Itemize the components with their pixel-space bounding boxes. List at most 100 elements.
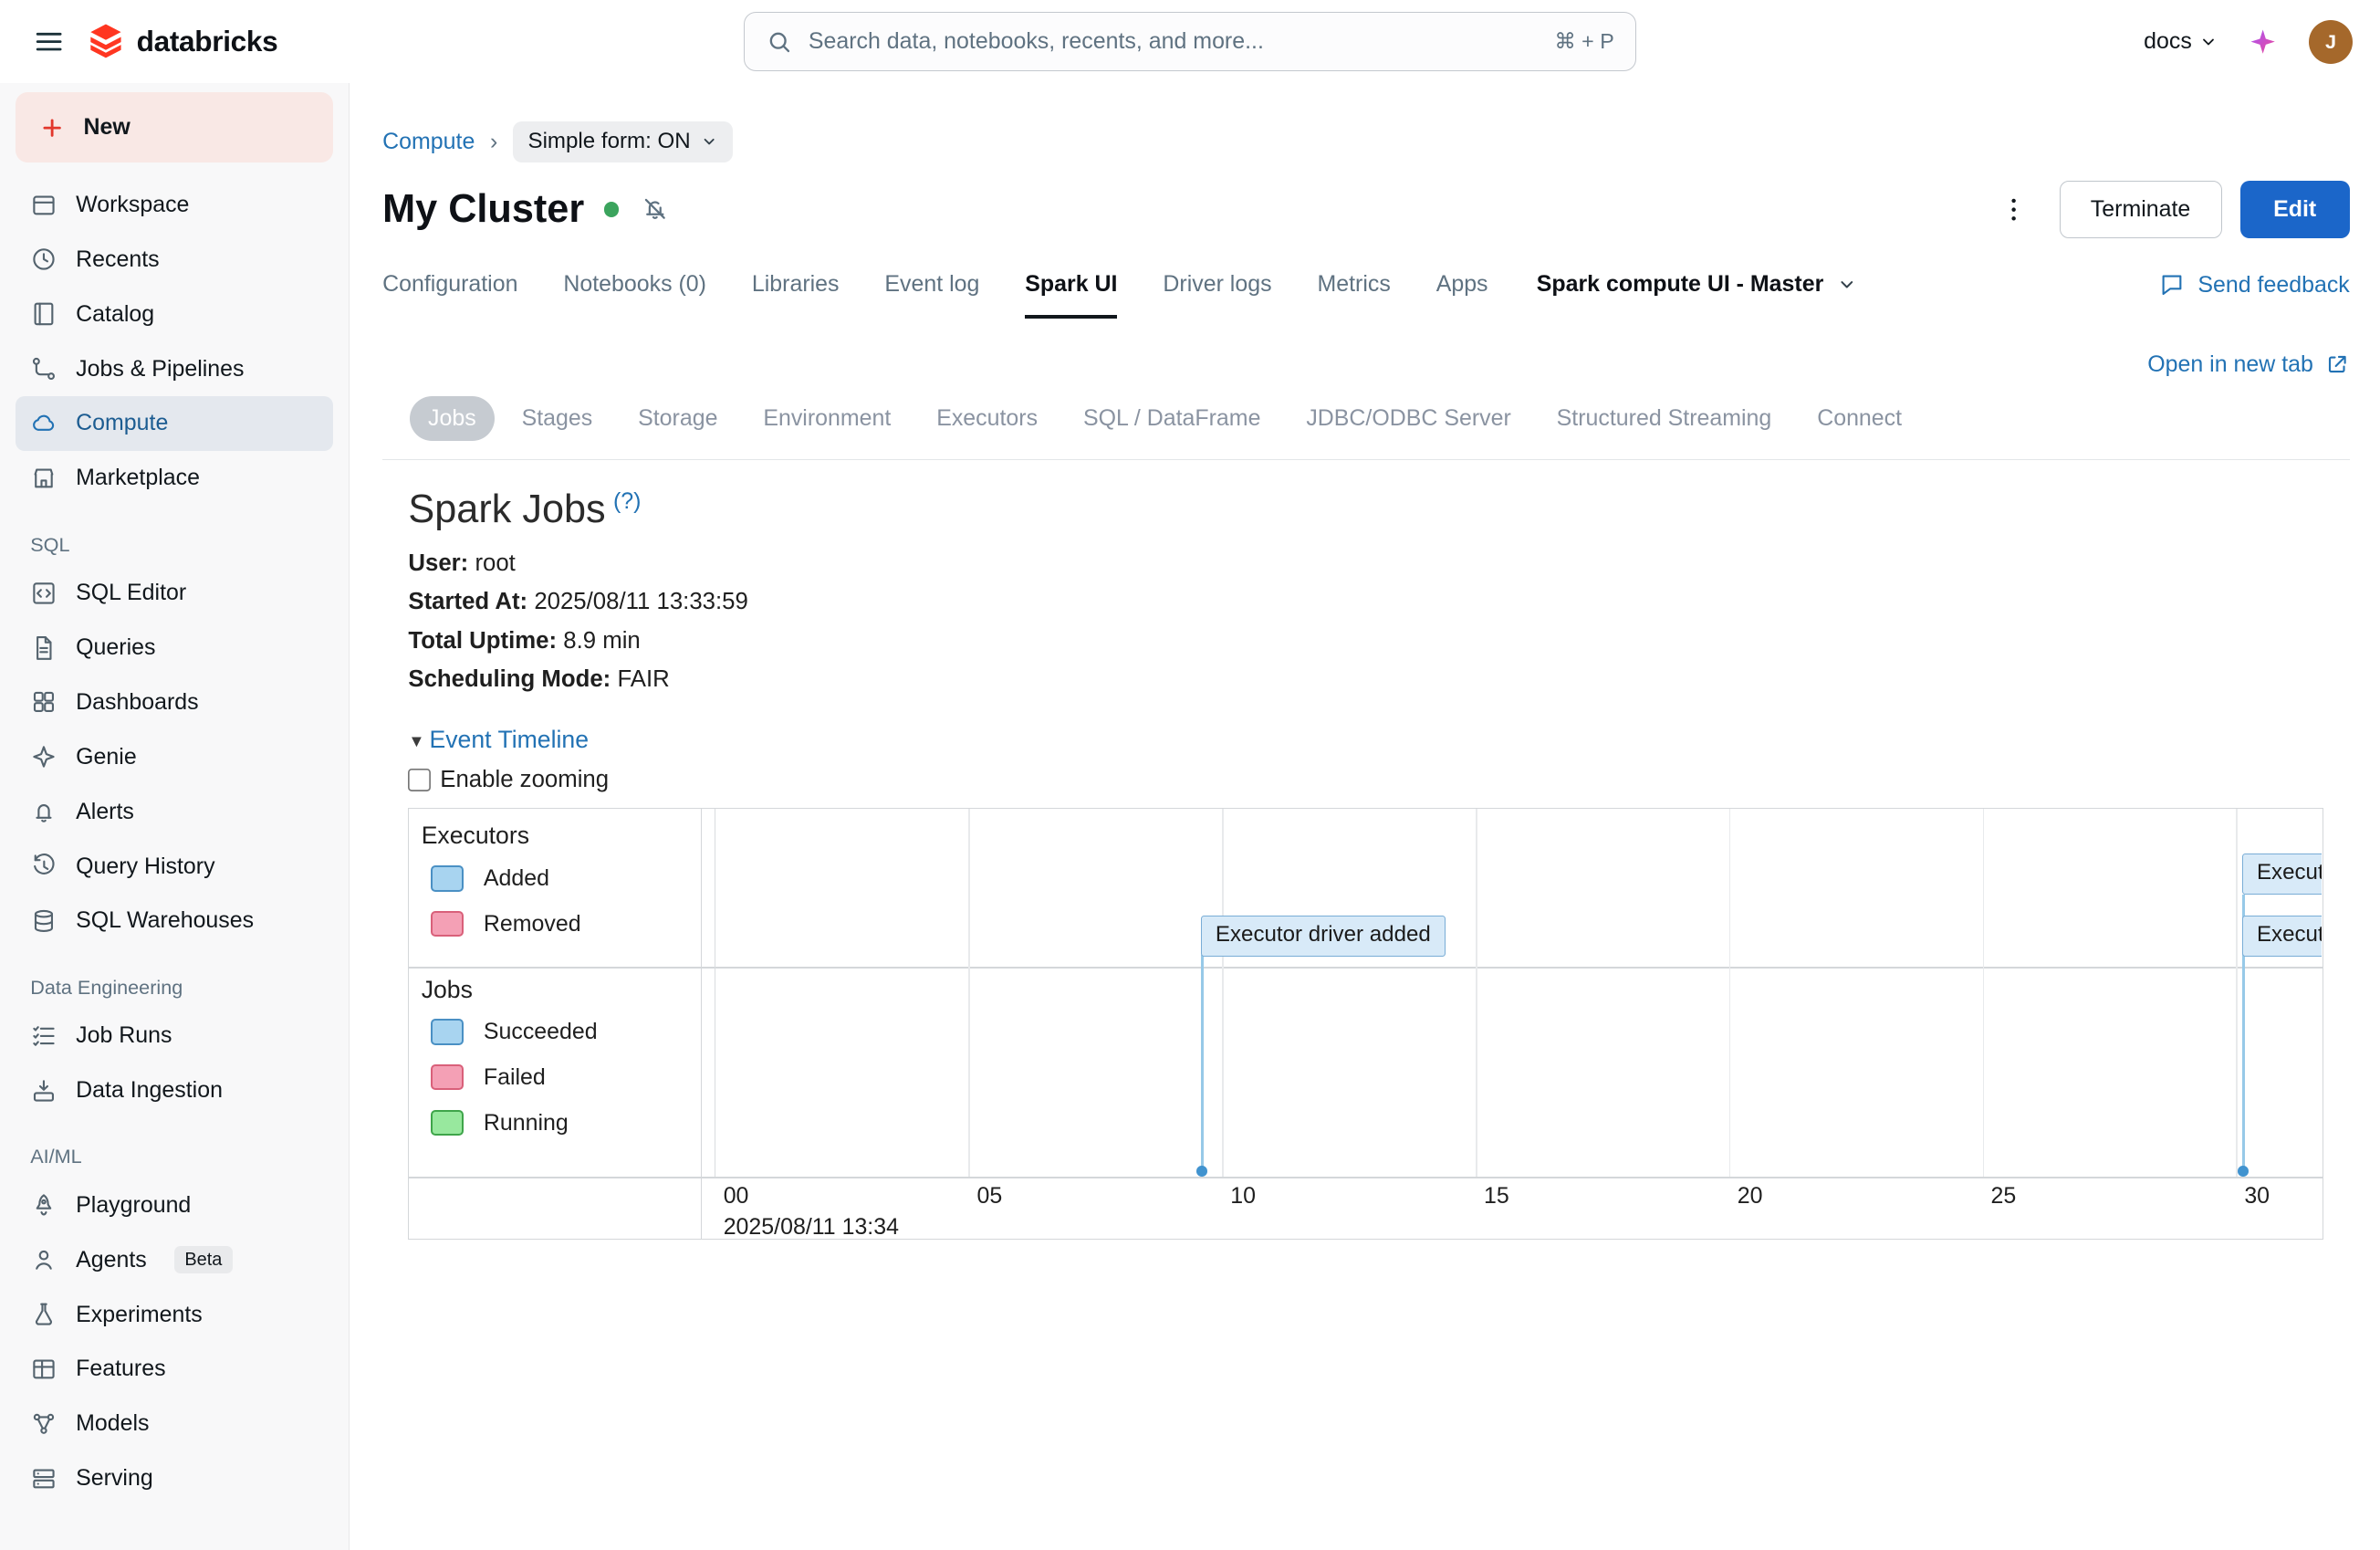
timeline-plot-area[interactable]: Executor driver added Execut Execut [715,809,2322,1177]
send-feedback-link[interactable]: Send feedback [2158,271,2350,298]
axis-tick: 15 [1484,1183,1509,1210]
plus-icon [39,115,65,141]
document-icon [30,634,57,662]
event-executor-driver-added[interactable]: Executor driver added [1201,916,1446,957]
sparkle-diamond-icon [30,743,57,770]
spark-nav-jdbc-odbc[interactable]: JDBC/ODBC Server [1288,396,1529,441]
event-executor-added[interactable]: Execut [2242,854,2322,895]
sidebar-item-job-runs[interactable]: Job Runs [16,1009,333,1063]
tab-configuration[interactable]: Configuration [382,271,517,318]
sidebar-item-query-history[interactable]: Query History [16,839,333,894]
sidebar-item-data-ingestion[interactable]: Data Ingestion [16,1063,333,1118]
overflow-menu-button[interactable] [1992,188,2035,231]
sidebar-item-label: SQL Warehouses [76,907,254,934]
spark-compute-ui-selector[interactable]: Spark compute UI - Master [1537,271,1857,298]
event-dot [1196,1166,1207,1177]
docs-dropdown[interactable]: docs [2144,28,2218,55]
grid-icon [30,688,57,716]
spark-nav-executors[interactable]: Executors [918,396,1056,441]
storefront-icon [30,465,57,492]
sidebar-item-label: Queries [76,634,155,661]
tab-spark-ui[interactable]: Spark UI [1025,271,1117,318]
gridline [1729,809,1731,1177]
spark-nav-storage[interactable]: Storage [620,396,736,441]
sidebar-item-catalog[interactable]: Catalog [16,287,333,341]
sidebar-item-sql-editor[interactable]: SQL Editor [16,566,333,621]
hamburger-menu-button[interactable] [27,20,70,63]
simple-form-label: Simple form: ON [528,129,691,154]
sidebar-item-models[interactable]: Models [16,1397,333,1451]
help-link[interactable]: (?) [613,488,641,514]
enable-zooming-checkbox[interactable] [408,769,431,791]
succeeded-swatch [431,1019,465,1044]
sidebar-item-recents[interactable]: Recents [16,232,333,287]
sidebar-item-label: Jobs & Pipelines [76,356,244,382]
simple-form-chip[interactable]: Simple form: ON [513,121,733,162]
spark-nav-sql-dataframe[interactable]: SQL / DataFrame [1065,396,1279,441]
sql-editor-icon [30,580,57,607]
event-executor-added[interactable]: Execut [2242,916,2322,957]
sidebar-item-jobs-pipelines[interactable]: Jobs & Pipelines [16,341,333,396]
databricks-logo[interactable]: databricks [88,22,277,61]
global-search[interactable]: ⌘ + P [744,12,1636,71]
spark-nav-connect[interactable]: Connect [1799,396,1920,441]
sidebar-item-label: Marketplace [76,465,200,491]
send-feedback-label: Send feedback [2197,272,2349,298]
sidebar-item-workspace[interactable]: Workspace [16,178,333,233]
user-avatar[interactable]: J [2309,20,2353,64]
tab-notebooks[interactable]: Notebooks (0) [563,271,706,318]
sidebar-item-marketplace[interactable]: Marketplace [16,451,333,506]
enable-zooming-row: Enable zooming [408,767,2349,793]
spark-nav-stages[interactable]: Stages [504,396,611,441]
tab-libraries[interactable]: Libraries [752,271,840,318]
sidebar-item-compute[interactable]: Compute [16,396,333,451]
axis-line [409,1177,2323,1178]
added-swatch [431,865,465,891]
new-button[interactable]: New [16,92,333,162]
ingest-arrow-icon [30,1077,57,1105]
sidebar-item-features[interactable]: Features [16,1342,333,1397]
chevron-down-icon [2199,33,2218,51]
breadcrumb-compute-link[interactable]: Compute [382,129,475,155]
spark-nav-environment[interactable]: Environment [745,396,909,441]
event-timeline-toggle[interactable]: ▼ Event Timeline [408,726,2349,754]
tab-event-log[interactable]: Event log [884,271,979,318]
axis-tick: 30 [2244,1183,2270,1210]
spark-ui-nav: Jobs Stages Storage Environment Executor… [382,396,2350,460]
sidebar-item-agents[interactable]: Agents Beta [16,1232,333,1287]
hamburger-icon [34,26,64,57]
person-icon [30,1246,57,1273]
spark-compute-ui-label: Spark compute UI - Master [1537,271,1824,298]
feedback-bubble-icon [2158,271,2186,298]
axis-tick: 20 [1738,1183,1763,1210]
open-in-new-tab-link[interactable]: Open in new tab [2147,351,2350,378]
sidebar-item-sql-warehouses[interactable]: SQL Warehouses [16,894,333,948]
sidebar-item-alerts[interactable]: Alerts [16,784,333,839]
clock-icon [30,246,57,273]
sidebar-item-dashboards[interactable]: Dashboards [16,675,333,729]
tab-driver-logs[interactable]: Driver logs [1163,271,1271,318]
sidebar-item-experiments[interactable]: Experiments [16,1287,333,1342]
tab-apps[interactable]: Apps [1436,271,1488,318]
spark-nav-structured-streaming[interactable]: Structured Streaming [1539,396,1790,441]
tab-metrics[interactable]: Metrics [1317,271,1390,318]
notifications-off-icon[interactable] [641,194,670,224]
sidebar-item-playground[interactable]: Playground [16,1178,333,1232]
sidebar-item-queries[interactable]: Queries [16,621,333,676]
legend-jobs-title: Jobs [422,976,473,1004]
terminate-button[interactable]: Terminate [2060,181,2222,238]
info-started-at: Started At: 2025/08/11 13:33:59 [408,589,2349,615]
search-input[interactable] [809,28,1540,55]
running-swatch [431,1110,465,1136]
sidebar-item-label: SQL Editor [76,580,186,606]
sidebar-item-label: Agents [76,1247,147,1273]
axis-tick: 10 [1230,1183,1256,1210]
brand-name: databricks [137,25,278,58]
edit-button[interactable]: Edit [2240,181,2350,238]
enable-zooming-label: Enable zooming [440,767,609,793]
assistant-sparkle-icon[interactable] [2248,26,2278,57]
sidebar-item-serving[interactable]: Serving [16,1451,333,1506]
spark-nav-jobs[interactable]: Jobs [410,396,495,441]
sidebar-item-genie[interactable]: Genie [16,729,333,784]
info-user: User: root [408,550,2349,577]
